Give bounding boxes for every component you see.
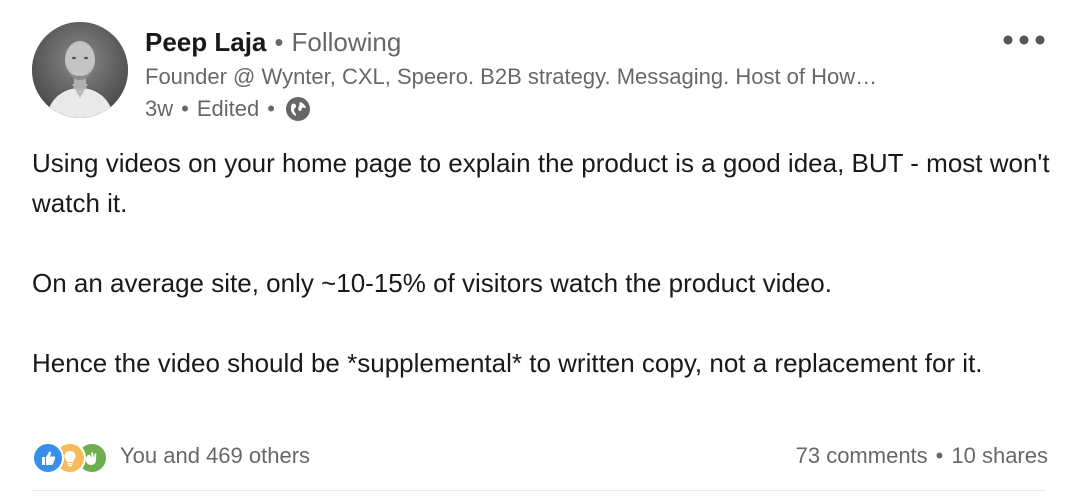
following-status[interactable]: Following bbox=[292, 27, 402, 57]
globe-icon bbox=[285, 96, 311, 122]
post-paragraph: Hence the video should be *supplemental*… bbox=[32, 348, 983, 378]
social-counts-bar: You and 469 others 73 comments • 10 shar… bbox=[32, 438, 1048, 474]
post-age[interactable]: 3w bbox=[145, 94, 173, 124]
feed-post-card: Peep Laja • Following Founder @ Wynter, CX… bbox=[0, 0, 1078, 504]
author-headline[interactable]: Founder @ Wynter, CXL, Speero. B2B strat… bbox=[145, 62, 985, 92]
more-options-button[interactable] bbox=[998, 22, 1050, 58]
shares-count-link[interactable]: 10 shares bbox=[951, 443, 1048, 469]
post-body: Using videos on your home page to explai… bbox=[32, 143, 1052, 383]
like-icon bbox=[32, 442, 64, 474]
avatar-image bbox=[32, 22, 128, 118]
reactions-summary[interactable]: You and 469 others bbox=[32, 440, 310, 474]
reactions-count[interactable]: You and 469 others bbox=[120, 443, 310, 469]
post-paragraph: On an average site, only ~10-15% of visi… bbox=[32, 268, 832, 298]
engagement-counts: 73 comments • 10 shares bbox=[796, 443, 1048, 469]
reaction-icons bbox=[32, 440, 112, 474]
post-paragraph: Using videos on your home page to explai… bbox=[32, 148, 1050, 218]
author-name-row: Peep Laja • Following bbox=[145, 26, 1005, 58]
separator-dot: • bbox=[181, 96, 189, 121]
edited-label: Edited bbox=[196, 96, 260, 121]
post-meta: 3w • Edited • bbox=[145, 94, 1005, 124]
separator-dot: • bbox=[267, 96, 275, 121]
author-name[interactable]: Peep Laja bbox=[145, 27, 266, 57]
divider bbox=[32, 490, 1046, 491]
separator-dot: • bbox=[274, 27, 284, 57]
comments-count-link[interactable]: 73 comments bbox=[796, 443, 928, 469]
separator-dot: • bbox=[935, 443, 944, 468]
post-header: Peep Laja • Following Founder @ Wynter, CX… bbox=[145, 26, 1005, 124]
author-avatar[interactable] bbox=[32, 22, 128, 118]
more-options-icon bbox=[1003, 35, 1045, 45]
